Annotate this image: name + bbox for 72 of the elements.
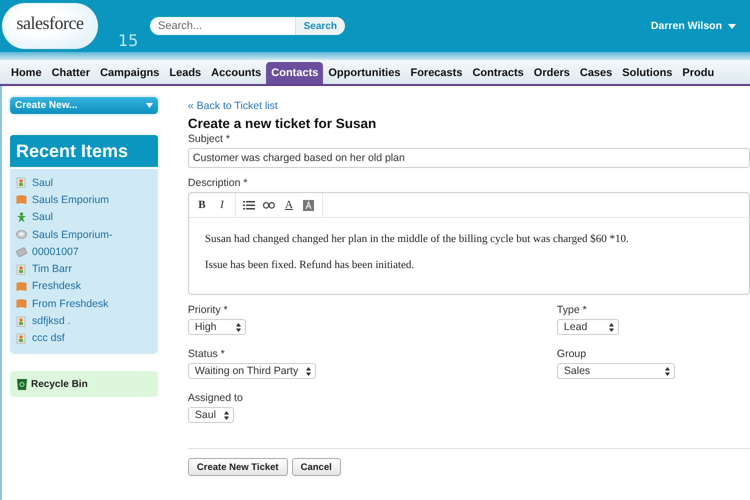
up-down-arrows-icon — [236, 322, 241, 332]
bold-button[interactable]: B — [192, 195, 212, 215]
nav-tab[interactable]: Produ — [677, 62, 720, 84]
folder-icon — [16, 298, 27, 310]
briefcase-icon — [16, 246, 27, 258]
highlight-icon — [303, 200, 314, 210]
search-field[interactable]: Search... — [150, 17, 295, 35]
create-ticket-button[interactable]: Create New Ticket — [188, 458, 288, 476]
nav-tab[interactable]: Orders — [528, 62, 575, 84]
select-dropdown[interactable]: High — [188, 319, 246, 335]
logo-number: 15 — [118, 31, 138, 50]
cancel-button[interactable]: Cancel — [292, 458, 341, 476]
field-label: Description * — [188, 177, 248, 189]
nav-tab[interactable]: Accounts — [206, 62, 266, 84]
recent-items-header: Recent Items — [10, 135, 158, 167]
italic-button[interactable]: I — [212, 195, 232, 215]
nav-tab[interactable]: Leads — [164, 62, 206, 84]
up-down-arrows-icon — [224, 410, 229, 420]
select-dropdown[interactable]: Waiting on Third Party — [188, 363, 316, 379]
person-icon — [16, 212, 27, 223]
up-down-arrows-icon — [664, 366, 670, 376]
recent-item-link[interactable]: Saul — [16, 210, 158, 225]
nav-tab[interactable]: Forecasts — [405, 62, 468, 84]
up-down-arrows-icon — [608, 322, 614, 332]
coin-icon — [16, 229, 27, 240]
recent-item-link[interactable]: sdfjksd . — [16, 313, 158, 329]
contact-card-icon — [16, 316, 27, 327]
recent-item-link[interactable]: From Freshdesk — [16, 296, 158, 312]
text-color-button[interactable]: A — [278, 195, 299, 215]
bullet-list-icon — [242, 200, 255, 210]
select-dropdown[interactable]: Saul — [188, 407, 234, 423]
field-label: Type * — [556, 304, 587, 316]
caret-icon — [146, 103, 153, 108]
recent-item-link[interactable]: Saul — [16, 175, 158, 190]
field-label: Subject * — [188, 133, 231, 145]
nav-tab[interactable]: Contracts — [467, 62, 529, 84]
recent-item-link[interactable]: Sauls Emporium — [16, 192, 158, 208]
description-text: Issue has been fixed. Refund has been initiated. — [204, 259, 416, 271]
recent-item-link[interactable]: Tim Barr — [16, 261, 158, 277]
contact-card-icon — [16, 264, 27, 275]
nav-tab[interactable]: Cases — [574, 62, 618, 84]
select-dropdown[interactable]: Lead — [556, 319, 619, 335]
logo-cloud: salesforce — [2, 3, 98, 49]
field-label: Assigned to — [188, 392, 243, 404]
field-label: Status * — [188, 348, 225, 360]
subject-input[interactable]: Customer was charged based on her old plan — [188, 148, 750, 168]
nav-tab[interactable]: Opportunities — [323, 62, 406, 84]
description-text: Susan had changed changed her plan in the middle of the billing cycle but was charged $60 *10. — [204, 233, 630, 245]
recent-item-link[interactable]: ccc dsf — [16, 330, 158, 346]
nav-tab[interactable]: Campaigns — [95, 62, 164, 84]
select-dropdown[interactable]: Sales — [556, 363, 675, 379]
nav-tab[interactable]: Home — [6, 62, 47, 84]
contact-card-icon — [16, 332, 27, 344]
recycle-bin-link[interactable]: Recycle Bin — [31, 378, 88, 390]
trash-icon — [17, 378, 27, 390]
field-label: Priority * — [188, 304, 228, 316]
recent-item-link[interactable]: Freshdesk — [16, 278, 158, 294]
folder-icon — [16, 194, 27, 206]
field-label: Group — [556, 348, 586, 360]
nav-tab[interactable]: Chatter — [46, 62, 96, 84]
recent-item-link[interactable]: Sauls Emporium- — [16, 226, 158, 242]
form-title: Create a new ticket for Susan — [188, 116, 378, 131]
description-editor[interactable]: B I A Susan had changed changed her plan in the middle of the billing cycle but was charged $60 *10. Issue has been fixed. Refund has been initiated. — [188, 192, 750, 295]
recent-item-link[interactable]: 00001007 — [16, 244, 158, 260]
caret-icon — [728, 24, 736, 28]
up-down-arrows-icon — [306, 366, 312, 376]
folder-icon — [16, 280, 27, 292]
contact-card-icon — [16, 177, 27, 188]
link-icon — [262, 202, 275, 208]
nav-tab[interactable]: Solutions — [617, 62, 678, 84]
nav-tab[interactable]: Contacts — [266, 62, 324, 84]
back-link[interactable]: « Back to Ticket list — [188, 100, 278, 112]
